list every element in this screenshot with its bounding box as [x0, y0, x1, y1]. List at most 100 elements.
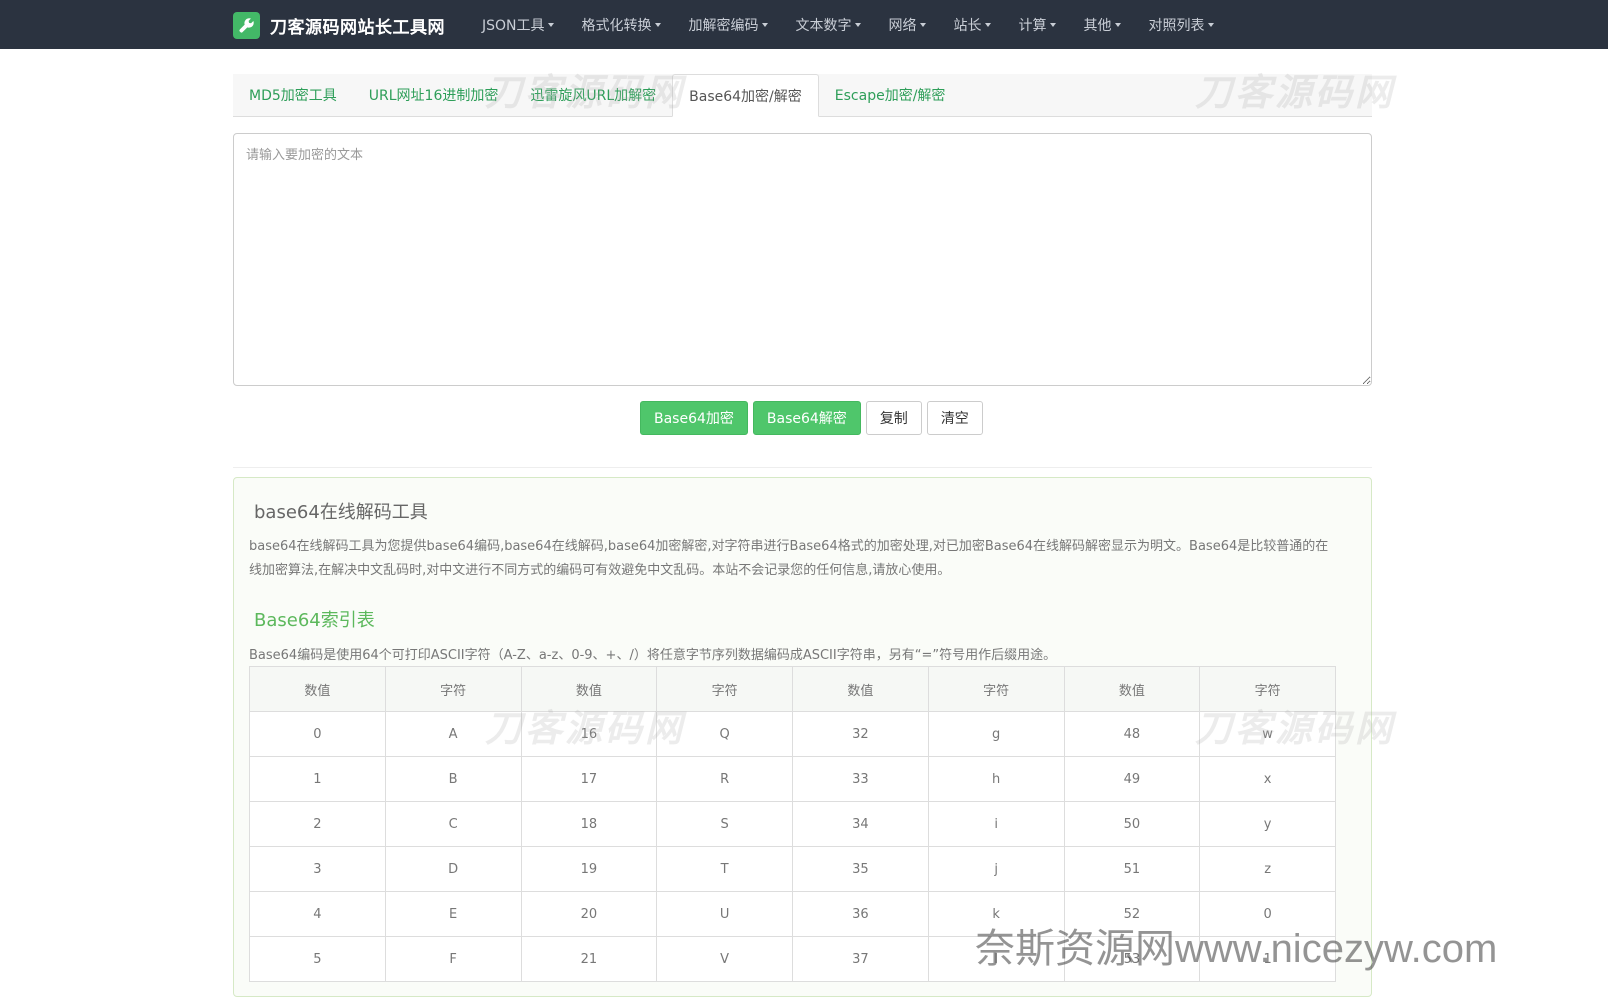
info-description: base64在线解码工具为您提供base64编码,base64在线解码,base… — [249, 539, 1329, 578]
index-description: Base64编码是使用64个可打印ASCII字符（A-Z、a-z、0-9、+、/… — [249, 648, 1057, 663]
tool-tabs: MD5加密工具 URL网址16进制加密 迅雷旋风URL加解密 Base64加密/解密 E… — [233, 74, 1372, 117]
table-cell: 0 — [249, 711, 386, 757]
index-title: Base64索引表 — [254, 610, 375, 631]
brand[interactable]: 刀客源码网站长工具网 — [233, 11, 445, 39]
info-panel: base64在线解码工具 base64在线解码工具为您提供base64编码,ba… — [233, 477, 1372, 997]
table-cell: z — [1199, 846, 1336, 892]
tab-2[interactable]: 迅雷旋风URL加解密 — [514, 74, 672, 116]
table-header-row: 数值 字符 数值 字符 数值 字符 数值 字符 — [249, 666, 1336, 712]
table-cell: y — [1199, 801, 1336, 847]
caret-down-icon — [1114, 22, 1121, 27]
table-cell: g — [927, 711, 1065, 757]
brand-title: 刀客源码网站长工具网 — [270, 17, 445, 38]
table-row: 3 D 19 T 35 j 51 z — [249, 846, 1336, 892]
table-header-cell: 数值 — [520, 666, 658, 712]
table-cell: 20 — [520, 891, 658, 937]
nav-item-5[interactable]: 站长 — [940, 0, 1005, 49]
table-cell: j — [927, 846, 1065, 892]
table-header-cell: 字符 — [656, 666, 793, 712]
table-cell: x — [1199, 756, 1336, 802]
table-cell: D — [384, 846, 522, 892]
table-cell: 5 — [249, 936, 386, 982]
table-header-cell: 数值 — [249, 666, 386, 712]
tab-4[interactable]: Escape加密/解密 — [819, 74, 962, 116]
action-buttons: Base64加密 Base64解密 复制 清空 — [640, 401, 983, 435]
nav-item-0[interactable]: JSON工具 — [468, 0, 568, 49]
nav-item-3[interactable]: 文本数字 — [782, 0, 875, 49]
caret-down-icon — [761, 22, 768, 27]
table-row: 4 E 20 U 36 k 52 0 — [249, 891, 1336, 937]
caret-down-icon — [854, 22, 861, 27]
table-cell: 32 — [792, 711, 929, 757]
caret-down-icon — [984, 22, 991, 27]
table-cell: h — [927, 756, 1065, 802]
table-header-cell: 字符 — [1199, 666, 1336, 712]
table-cell: 0 — [1199, 891, 1336, 937]
nav-item-2[interactable]: 加解密编码 — [675, 0, 782, 49]
tab-0[interactable]: MD5加密工具 — [233, 74, 353, 116]
table-cell: E — [384, 891, 522, 937]
table-cell: 33 — [792, 756, 929, 802]
copy-button[interactable]: 复制 — [865, 401, 922, 435]
table-cell: 48 — [1063, 711, 1201, 757]
table-cell: T — [656, 846, 793, 892]
tab-1[interactable]: URL网址16进制加密 — [353, 74, 515, 116]
table-cell: k — [927, 891, 1065, 937]
table-cell: U — [656, 891, 793, 937]
table-cell: 3 — [249, 846, 386, 892]
table-cell: 17 — [520, 756, 658, 802]
nav-item-1[interactable]: 格式化转换 — [568, 0, 675, 49]
caret-down-icon — [1049, 22, 1056, 27]
nav-item-label: 其他 — [1083, 17, 1112, 34]
table-header-cell: 数值 — [792, 666, 929, 712]
divider — [233, 467, 1372, 468]
table-cell: w — [1199, 711, 1336, 757]
tab-3[interactable]: Base64加密/解密 — [672, 74, 819, 117]
base64-encode-button[interactable]: Base64加密 — [640, 401, 748, 435]
text-input[interactable] — [233, 133, 1372, 386]
table-cell: 4 — [249, 891, 386, 937]
table-cell: 18 — [520, 801, 658, 847]
table-cell: V — [656, 936, 793, 982]
nav-item-label: 文本数字 — [795, 17, 852, 34]
table-cell: 50 — [1063, 801, 1201, 847]
nav-item-8[interactable]: 对照列表 — [1135, 0, 1228, 49]
nav-item-label: 对照列表 — [1148, 17, 1205, 34]
nav-item-7[interactable]: 其他 — [1070, 0, 1135, 49]
base64-decode-button[interactable]: Base64解密 — [752, 401, 861, 435]
wrench-icon — [233, 11, 260, 39]
nav-item-label: 格式化转换 — [581, 17, 652, 34]
table-cell: 35 — [792, 846, 929, 892]
nav-item-label: 计算 — [1018, 17, 1047, 34]
caret-down-icon — [654, 22, 661, 27]
table-row: 5 F 21 V 37 l 53 1 — [249, 936, 1336, 982]
info-title: base64在线解码工具 — [254, 502, 428, 523]
nav-item-6[interactable]: 计算 — [1005, 0, 1070, 49]
table-row: 1 B 17 R 33 h 49 x — [249, 756, 1336, 802]
nav-item-label: JSON工具 — [482, 17, 545, 34]
table-cell: B — [384, 756, 522, 802]
clear-button[interactable]: 清空 — [926, 401, 983, 435]
table-cell: 37 — [792, 936, 929, 982]
table-header-cell: 数值 — [1063, 666, 1201, 712]
nav-item-label: 站长 — [953, 17, 982, 34]
table-cell: l — [927, 936, 1065, 982]
nav-item-4[interactable]: 网络 — [875, 0, 940, 49]
table-cell: i — [927, 801, 1065, 847]
nav-item-label: 网络 — [888, 17, 917, 34]
table-row: 0 A 16 Q 32 g 48 w — [249, 711, 1336, 757]
table-cell: A — [384, 711, 522, 757]
table-cell: 16 — [520, 711, 658, 757]
table-cell: R — [656, 756, 793, 802]
table-cell: 52 — [1063, 891, 1201, 937]
table-header-cell: 字符 — [927, 666, 1065, 712]
table-cell: 1 — [1199, 936, 1336, 982]
caret-down-icon — [1207, 22, 1214, 27]
table-cell: F — [384, 936, 522, 982]
table-header-cell: 字符 — [384, 666, 522, 712]
table-cell: 36 — [792, 891, 929, 937]
table-cell: 2 — [249, 801, 386, 847]
table-cell: 1 — [249, 756, 386, 802]
table-cell: 51 — [1063, 846, 1201, 892]
table-cell: 53 — [1063, 936, 1201, 982]
